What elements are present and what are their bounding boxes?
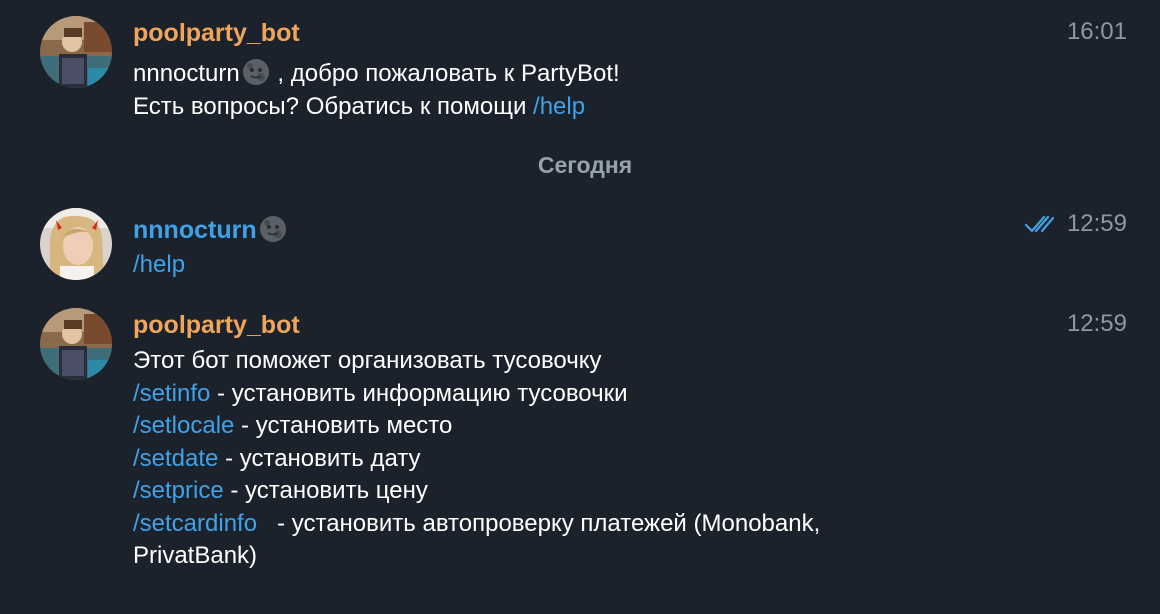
message-time: 12:59 <box>1066 210 1127 237</box>
bot-avatar[interactable] <box>40 16 112 88</box>
sender-name[interactable]: poolparty_bot <box>133 310 300 340</box>
command-line: /setlocale - установить место <box>133 410 820 443</box>
command-description: - установить информацию тусовочки <box>210 379 628 407</box>
new-moon-face-icon <box>241 57 271 87</box>
welcome-text: , добро пожаловать к PartyBot! <box>270 60 620 87</box>
command-line: /setprice - установить цену <box>133 475 820 508</box>
new-moon-face-icon <box>258 214 288 244</box>
setlocale-command-link[interactable]: /setlocale <box>133 412 234 439</box>
command-description: - установить автопроверку платежей (Mono… <box>257 509 821 537</box>
setdate-command-link[interactable]: /setdate <box>133 445 218 472</box>
user-avatar[interactable] <box>40 208 112 280</box>
message-line: nnnocturn , добро пожаловать к PartyBot! <box>133 57 620 91</box>
bot-avatar[interactable] <box>40 308 112 380</box>
date-divider: Сегодня <box>537 152 633 178</box>
help-command-link[interactable]: /help <box>533 93 585 120</box>
command-line-continuation: PrivatBank) <box>133 542 258 569</box>
intro-line: Этот бот поможет организовать тусовочку <box>133 347 602 374</box>
command-line: /setdate - установить дату <box>133 443 820 476</box>
command-description: - установить дату <box>218 444 421 472</box>
message-time: 16:01 <box>1066 18 1127 45</box>
command-line: /setinfo - установить информацию тусовоч… <box>133 378 820 411</box>
help-question-text: Есть вопросы? Обратись к помощи <box>133 92 534 120</box>
message-text: /help <box>133 249 185 282</box>
sender-name[interactable]: poolparty_bot <box>133 18 300 48</box>
message-text: nnnocturn , добро пожаловать к PartyBot!… <box>133 57 620 123</box>
command-line: /setcardinfo - установить автопроверку п… <box>133 508 820 541</box>
sender-name[interactable]: nnnocturn <box>133 214 288 245</box>
sender-name-text[interactable]: nnnocturn <box>133 216 257 244</box>
mention[interactable]: nnnocturn <box>133 60 240 87</box>
double-check-icon <box>1024 213 1055 235</box>
help-command-link[interactable]: /help <box>133 251 185 278</box>
message-line: Есть вопросы? Обратись к помощи /help <box>133 91 620 124</box>
command-description: - установить место <box>234 412 453 439</box>
command-description: - установить цену <box>223 477 428 504</box>
chat-history: poolparty_bot 16:01 nnnocturn , добро по… <box>0 0 1160 614</box>
setcardinfo-command-link[interactable]: /setcardinfo <box>133 510 257 537</box>
message-text: Этот бот поможет организовать тусовочку … <box>133 345 820 573</box>
setprice-command-link[interactable]: /setprice <box>133 477 224 504</box>
setinfo-command-link[interactable]: /setinfo <box>133 380 210 407</box>
message-time: 12:59 <box>1066 310 1127 337</box>
